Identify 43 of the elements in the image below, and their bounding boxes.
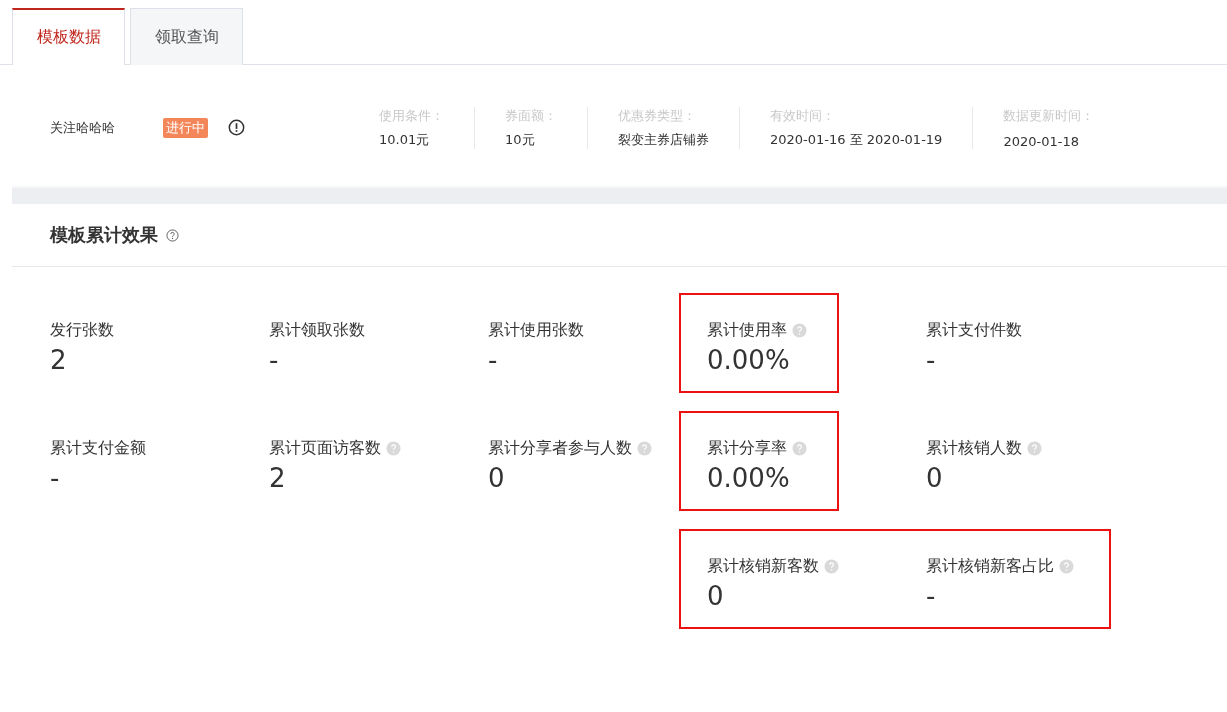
field-value: 10.01元 xyxy=(379,130,431,149)
tab[interactable]: 领取查询 xyxy=(130,8,243,65)
metric-value: - xyxy=(50,463,61,493)
field-value: 裂变主券店铺券 xyxy=(618,130,709,149)
help-icon[interactable] xyxy=(792,322,807,338)
metric-label: 累计核销人数 xyxy=(926,437,1022,459)
alert-icon[interactable] xyxy=(228,119,245,136)
metric-value: 2 xyxy=(50,345,68,375)
metric-label: 累计领取张数 xyxy=(269,319,365,341)
metric-value: - xyxy=(488,345,499,375)
metric-label: 累计使用率 xyxy=(707,319,787,341)
help-icon[interactable] xyxy=(166,228,179,242)
metric-value: - xyxy=(269,345,280,375)
metric-label: 发行张数 xyxy=(50,319,114,341)
metric-label: 累计页面访客数 xyxy=(269,437,381,459)
template-name: 关注哈哈哈 xyxy=(50,118,116,137)
metric-value: 2 xyxy=(269,463,287,493)
metric-value: 0 xyxy=(926,463,944,493)
tab[interactable]: 模板数据 xyxy=(12,8,125,65)
metric-value: - xyxy=(926,345,937,375)
metric-label: 累计分享率 xyxy=(707,437,787,459)
help-icon[interactable] xyxy=(824,558,839,574)
help-icon[interactable] xyxy=(792,440,807,456)
status-badge: 进行中 xyxy=(163,117,208,138)
help-icon[interactable] xyxy=(637,440,652,456)
field-value: 2020-01-18 xyxy=(1003,133,1080,149)
metric-label: 累计分享者参与人数 xyxy=(488,437,632,459)
metric-label: 累计支付金额 xyxy=(50,437,146,459)
field-value: 2020-01-16 至 2020-01-19 xyxy=(770,130,943,149)
metric-value: 0 xyxy=(707,581,725,611)
help-icon[interactable] xyxy=(386,440,401,456)
metric-value: 0 xyxy=(488,463,506,493)
metric-label: 累计支付件数 xyxy=(926,319,1022,341)
metric-label: 累计核销新客占比 xyxy=(926,555,1054,577)
help-icon[interactable] xyxy=(1059,558,1074,574)
section-title: 模板累计效果 xyxy=(50,223,158,247)
metric-value: 0.00% xyxy=(707,345,791,375)
metric-label: 累计核销新客数 xyxy=(707,555,819,577)
metric-value: 0.00% xyxy=(707,463,791,493)
metric-label: 累计使用张数 xyxy=(488,319,584,341)
metric-value: - xyxy=(926,581,937,611)
field-value: 10元 xyxy=(505,130,536,149)
help-icon[interactable] xyxy=(1027,440,1042,456)
